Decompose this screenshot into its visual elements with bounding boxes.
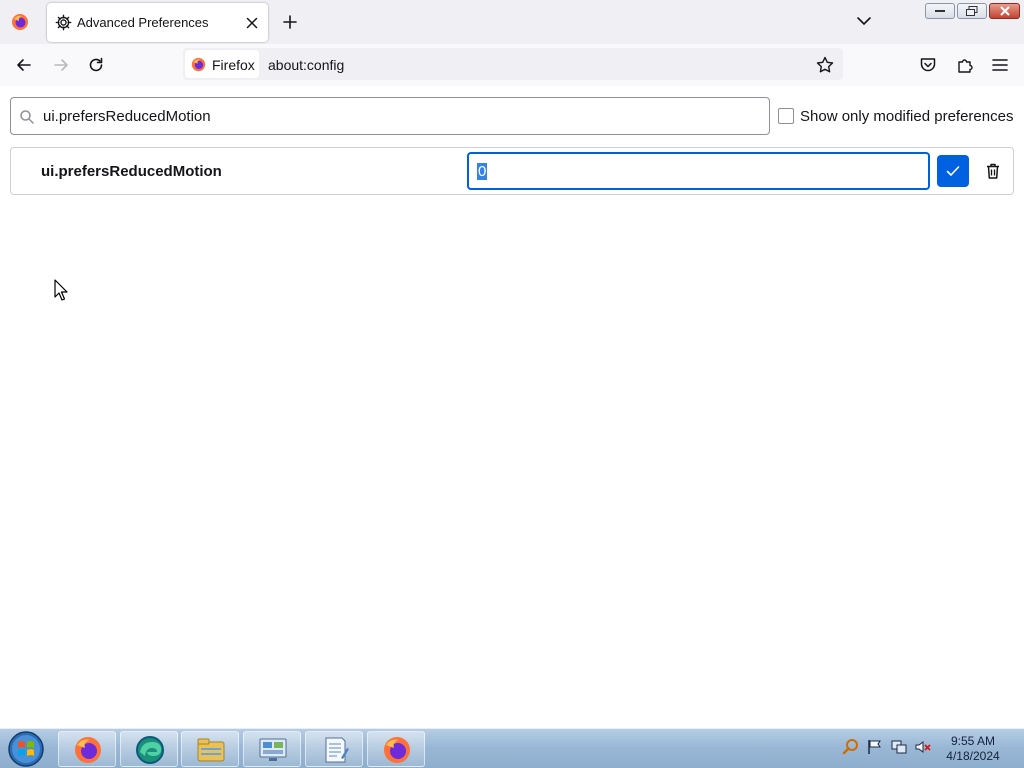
taskbar: 9:55 AM 4/18/2024 xyxy=(0,728,1024,768)
taskbar-file-explorer[interactable] xyxy=(181,731,239,767)
firefox-icon[interactable] xyxy=(11,13,29,31)
firefox-icon xyxy=(191,57,206,72)
gear-icon xyxy=(55,14,72,31)
identity-label: Firefox xyxy=(212,57,255,73)
forward-arrow-icon[interactable] xyxy=(51,55,71,75)
minimize-icon xyxy=(935,10,945,12)
taskbar-firefox-active[interactable] xyxy=(367,731,425,767)
save-value-button[interactable] xyxy=(937,155,969,187)
search-input[interactable] xyxy=(43,106,743,126)
firefox-icon xyxy=(384,737,410,763)
extensions-puzzle-icon[interactable] xyxy=(955,55,975,75)
network-icon[interactable] xyxy=(890,738,908,756)
notepad-icon xyxy=(325,737,349,763)
firefox-icon xyxy=(75,737,101,763)
delete-preference-icon[interactable] xyxy=(984,162,1002,180)
identity-box[interactable]: Firefox xyxy=(185,50,259,78)
reload-icon[interactable] xyxy=(86,55,106,75)
taskbar-firefox[interactable] xyxy=(58,731,116,767)
close-window-button[interactable] xyxy=(989,3,1020,19)
tab-advanced-preferences[interactable]: Advanced Preferences xyxy=(47,3,268,42)
close-tab-icon[interactable] xyxy=(244,15,260,31)
taskbar-control-panel[interactable] xyxy=(243,731,301,767)
new-tab-icon[interactable] xyxy=(280,12,300,32)
action-center-flag-icon[interactable] xyxy=(866,738,884,756)
taskbar-edge[interactable] xyxy=(120,731,178,767)
selected-value-text: 0 xyxy=(477,163,488,180)
restore-button[interactable] xyxy=(957,3,987,19)
taskbar-notepad[interactable] xyxy=(305,731,363,767)
volume-muted-icon[interactable] xyxy=(914,738,932,756)
clock-time: 9:55 AM xyxy=(950,734,996,748)
window-controls xyxy=(925,3,1020,20)
url-text[interactable]: about:config xyxy=(268,57,344,73)
control-panel-icon xyxy=(259,738,287,761)
mouse-pointer-icon xyxy=(54,279,68,301)
bookmark-star-icon[interactable] xyxy=(815,55,835,75)
restore-icon xyxy=(966,6,978,16)
close-icon xyxy=(999,6,1010,16)
show-modified-label[interactable]: Show only modified preferences xyxy=(800,108,1013,125)
taskbar-clock[interactable]: 9:55 AM 4/18/2024 xyxy=(940,734,1006,764)
start-button-icon[interactable] xyxy=(6,730,46,768)
list-all-tabs-icon[interactable] xyxy=(855,14,873,28)
clock-date: 4/18/2024 xyxy=(946,749,1000,763)
file-explorer-icon xyxy=(197,738,225,762)
preference-name: ui.prefersReducedMotion xyxy=(41,163,222,180)
edge-icon xyxy=(136,736,164,764)
back-arrow-icon[interactable] xyxy=(14,55,34,75)
pocket-icon[interactable] xyxy=(918,55,938,75)
preference-search-box[interactable] xyxy=(10,97,770,135)
minimize-button[interactable] xyxy=(925,3,955,19)
search-tray-icon[interactable] xyxy=(842,738,860,756)
check-icon xyxy=(946,166,960,176)
tab-strip: Advanced Preferences xyxy=(0,0,1024,44)
tab-title: Advanced Preferences xyxy=(77,15,209,30)
show-modified-checkbox[interactable] xyxy=(778,108,794,124)
preference-value-input[interactable]: 0 xyxy=(467,152,930,190)
app-menu-icon[interactable] xyxy=(990,55,1010,75)
search-icon xyxy=(20,110,34,124)
